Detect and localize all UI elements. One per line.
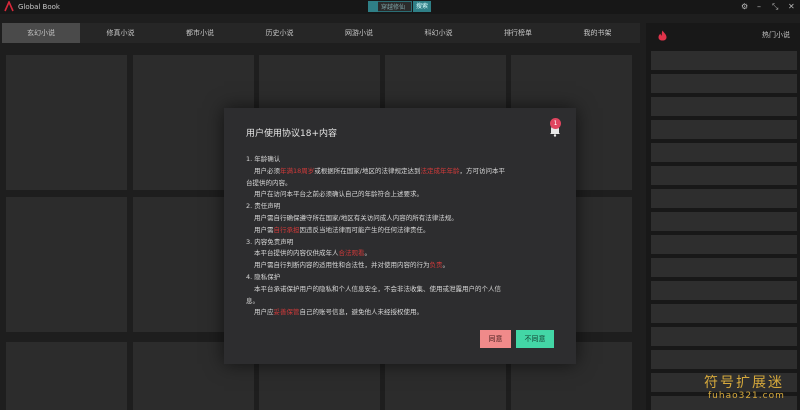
hot-novels-title: 热门小说 — [762, 31, 790, 39]
disagree-button[interactable]: 不同意 — [516, 330, 554, 348]
agreement-text-segment: 用户在访问本平台之前必须确认自己的年龄符合上述要求。 — [254, 190, 423, 199]
agreement-text-segment: 2. 责任声明 — [246, 202, 281, 211]
dialog-title: 用户使用协议18+内容 — [246, 129, 337, 139]
agreement-text-segment: 。 — [442, 261, 450, 270]
agreement-line-s4b: 息。 — [246, 296, 564, 308]
hot-novel-item[interactable] — [651, 166, 797, 185]
agreement-dialog: 用户使用协议18+内容 1 1. 年龄确认用户必须年满18周岁或根据所在国家/地… — [224, 108, 576, 364]
hot-novel-item[interactable] — [651, 120, 797, 139]
hot-novels-header: 热门小说 — [650, 25, 796, 45]
book-card[interactable] — [6, 55, 127, 190]
agreement-text-segment: 用户必须 — [254, 166, 280, 175]
agreement-text-segment: 。 — [364, 249, 372, 258]
hot-novel-item[interactable] — [651, 189, 797, 208]
agreement-line-s2: 2. 责任声明 — [246, 201, 564, 213]
book-card[interactable] — [6, 197, 127, 332]
agreement-line-s1c: 用户在访问本平台之前必须确认自己的年龄符合上述要求。 — [246, 189, 564, 201]
hot-novel-item[interactable] — [651, 74, 797, 93]
restore-icon[interactable]: ⤡ — [772, 1, 778, 12]
tab-8[interactable]: 我的书架 — [559, 23, 637, 43]
tab-6[interactable]: 科幻小说 — [400, 23, 478, 43]
hot-novel-item[interactable] — [651, 51, 797, 70]
hot-novel-item[interactable] — [651, 304, 797, 323]
hot-novel-item[interactable] — [651, 212, 797, 231]
tab-7[interactable]: 排行榜单 — [479, 23, 557, 43]
search-button[interactable]: 搜索 — [413, 1, 431, 12]
agreement-line-s1a: 用户必须年满18周岁或根据所在国家/地区的法律规定达到法定成年年龄，方可访问本平 — [246, 166, 564, 178]
agreement-text-segment: 因违反当地法律而可能产生的任何法律责任。 — [299, 225, 430, 234]
agreement-text: 1. 年龄确认用户必须年满18周岁或根据所在国家/地区的法律规定达到法定成年年龄… — [246, 154, 564, 316]
tab-1[interactable]: 玄幻小说 — [2, 23, 80, 43]
tab-3[interactable]: 都市小说 — [161, 23, 239, 43]
book-card[interactable] — [6, 342, 127, 410]
agreement-text-segment: 自己的账号信息，避免他人未经授权使用。 — [299, 308, 424, 316]
agreement-text-segment: 息。 — [246, 296, 259, 305]
notification-badge: 1 — [550, 118, 561, 129]
highlighted-term: 合法观看 — [338, 249, 365, 258]
hot-novel-item[interactable] — [651, 350, 797, 369]
agreement-text-segment: 1. 年龄确认 — [246, 155, 281, 163]
agreement-line-s4c: 用户应妥善保管自己的账号信息，避免他人未经授权使用。 — [246, 307, 564, 316]
close-icon[interactable]: ✕ — [788, 1, 795, 12]
app-logo-icon — [4, 1, 14, 12]
agreement-text-segment: 台提供的内容。 — [246, 178, 292, 187]
agreement-text-segment: 用户需自行判断内容的适用性和合法性，并对使用内容的行为 — [254, 261, 430, 270]
agreement-text-segment: ，方可访问本平 — [459, 166, 505, 175]
watermark-url: fuhao321.com — [708, 391, 785, 401]
hot-novels-sidebar: 热门小说 — [646, 23, 800, 410]
tab-4[interactable]: 历史小说 — [241, 23, 319, 43]
agreement-line-s3a: 本平台提供的内容仅供成年人合法观看。 — [246, 248, 564, 260]
agreement-text-segment: 本平台提供的内容仅供成年人 — [254, 249, 339, 258]
watermark-text: 符号扩展迷 — [704, 375, 784, 391]
highlighted-term: 妥善保管 — [273, 308, 300, 316]
app-title: Global Book — [18, 3, 60, 11]
agreement-line-s2a: 用户需自行确保遵守所在国家/地区有关访问成人内容的所有法律法规。 — [246, 213, 564, 225]
tab-5[interactable]: 网游小说 — [320, 23, 398, 43]
agreement-text-segment: 用户应 — [254, 308, 274, 316]
hot-novel-item[interactable] — [651, 258, 797, 277]
hot-novel-item[interactable] — [651, 97, 797, 116]
agreement-text-segment: 3. 内容免责声明 — [246, 237, 294, 246]
hot-novel-item[interactable] — [651, 235, 797, 254]
agreement-line-s3b: 用户需自行判断内容的适用性和合法性，并对使用内容的行为负责。 — [246, 260, 564, 272]
flame-icon — [658, 30, 667, 41]
agreement-text-segment: 4. 隐私保护 — [246, 272, 281, 281]
title-bar: Global Book 搜索 ⚙ – ⤡ ✕ — [0, 0, 800, 14]
hot-novel-item[interactable] — [651, 281, 797, 300]
settings-icon[interactable]: ⚙ — [741, 1, 748, 12]
agreement-text-segment: 本平台承诺保护用户的隐私和个人信息安全，不会非法收集、使用或泄露用户的个人信 — [254, 284, 501, 293]
agreement-line-s1: 1. 年龄确认 — [246, 154, 564, 166]
highlighted-term: 自行承担 — [273, 225, 300, 234]
minimize-icon[interactable]: – — [757, 1, 761, 12]
agreement-line-s1b: 台提供的内容。 — [246, 178, 564, 190]
hot-novel-item[interactable] — [651, 327, 797, 346]
agreement-text-segment: 或根据所在国家/地区的法律规定达到 — [314, 166, 421, 175]
highlighted-term: 年满18周岁 — [280, 166, 315, 175]
category-tabs: 玄幻小说 修真小说 都市小说 历史小说 网游小说 科幻小说 排行榜单 我的书架 — [2, 23, 640, 43]
agreement-line-s3: 3. 内容免责声明 — [246, 237, 564, 249]
highlighted-term: 负责 — [429, 261, 443, 270]
agreement-text-segment: 用户需 — [254, 225, 274, 234]
hot-novel-item[interactable] — [651, 143, 797, 162]
search-icon — [368, 1, 378, 12]
agreement-line-s2b: 用户需自行承担因违反当地法律而可能产生的任何法律责任。 — [246, 225, 564, 237]
agreement-line-s4: 4. 隐私保护 — [246, 272, 564, 284]
tab-2[interactable]: 修真小说 — [82, 23, 160, 43]
highlighted-term: 法定成年年龄 — [420, 166, 460, 175]
agreement-text-segment: 用户需自行确保遵守所在国家/地区有关访问成人内容的所有法律法规。 — [254, 213, 458, 222]
agree-button[interactable]: 同意 — [480, 330, 511, 348]
agreement-line-s4a: 本平台承诺保护用户的隐私和个人信息安全，不会非法收集、使用或泄露用户的个人信 — [246, 284, 564, 296]
